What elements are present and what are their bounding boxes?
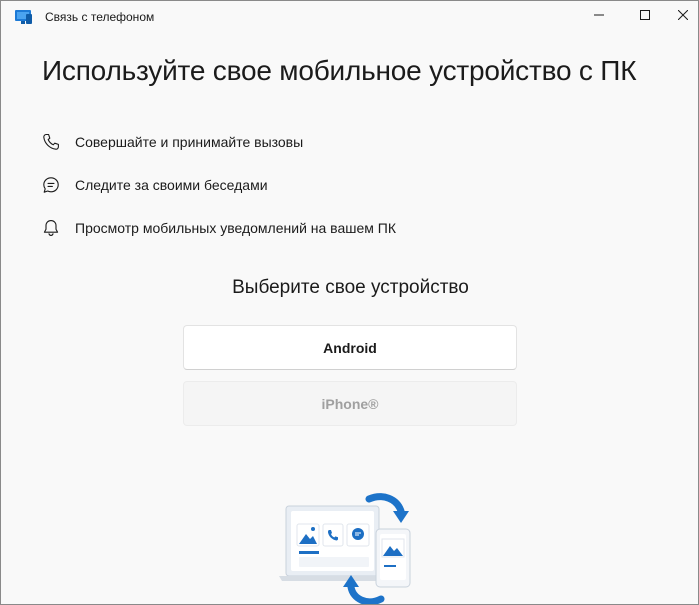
- close-button[interactable]: [668, 1, 698, 31]
- feature-conversations-label: Следите за своими беседами: [75, 177, 268, 193]
- phone-link-window: Связь с телефоном Используйте свое мобил…: [0, 0, 699, 605]
- chat-bubble-icon: [41, 175, 61, 195]
- maximize-icon: [640, 7, 650, 25]
- feature-calls-label: Совершайте и принимайте вызовы: [75, 134, 304, 150]
- choose-device-heading: Выберите свое устройство: [232, 277, 469, 298]
- close-icon: [677, 7, 689, 25]
- window-title: Связь с телефоном: [45, 10, 155, 24]
- title-bar[interactable]: Связь с телефоном: [1, 1, 698, 33]
- iphone-button[interactable]: iPhone®: [183, 381, 517, 426]
- phone-call-icon: [41, 132, 61, 152]
- maximize-button[interactable]: [622, 1, 668, 31]
- feature-notifications-label: Просмотр мобильных уведомлений на вашем …: [75, 220, 397, 236]
- bell-icon: [41, 218, 61, 238]
- pc-phone-sync-illustration: [273, 489, 419, 604]
- android-button[interactable]: Android: [183, 325, 517, 370]
- page-title: Используйте свое мобильное устройство с …: [42, 55, 637, 86]
- minimize-button[interactable]: [576, 1, 622, 31]
- minimize-icon: [594, 7, 604, 25]
- feature-conversations: Следите за своими беседами: [41, 174, 268, 196]
- feature-notifications: Просмотр мобильных уведомлений на вашем …: [41, 217, 396, 239]
- feature-calls: Совершайте и принимайте вызовы: [41, 131, 303, 153]
- phone-link-app-icon: [15, 9, 33, 25]
